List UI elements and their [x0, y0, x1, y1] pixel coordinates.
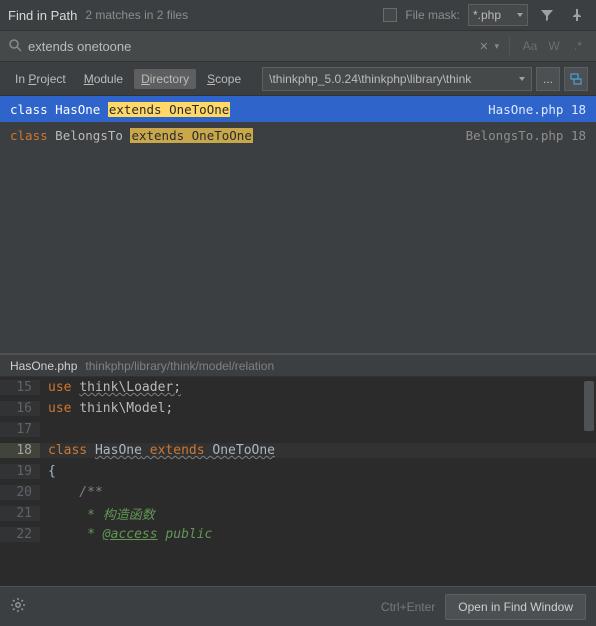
divider	[509, 37, 510, 55]
clear-search-icon[interactable]: ✕	[479, 40, 488, 53]
line-number: 17	[0, 422, 40, 437]
class-name: HasOne	[55, 102, 100, 117]
directory-path-combo[interactable]: \thinkphp_5.0.24\thinkphp\library\think	[262, 67, 532, 91]
browse-directory-button[interactable]: ...	[536, 67, 560, 91]
scope-scope[interactable]: Scope	[200, 69, 248, 89]
result-file-info: BelongsTo.php 18	[466, 128, 586, 143]
scope-in-project[interactable]: In Project	[8, 69, 73, 89]
file-mask-checkbox[interactable]	[383, 8, 397, 22]
results-list[interactable]: class HasOne extends OneToOne HasOne.php…	[0, 96, 596, 353]
result-row[interactable]: class HasOne extends OneToOne HasOne.php…	[0, 96, 596, 122]
line-number: 21	[0, 506, 40, 521]
preview-filename: HasOne.php	[10, 359, 77, 373]
file-mask-value: *.php	[473, 8, 501, 22]
settings-icon[interactable]	[10, 597, 26, 616]
keyword: class	[10, 102, 48, 117]
search-input[interactable]	[28, 39, 473, 54]
code-preview[interactable]: 15use think\Loader; 16use think\Model; 1…	[0, 377, 596, 586]
keyword: class	[10, 128, 48, 143]
directory-path: \thinkphp_5.0.24\thinkphp\library\think	[269, 72, 471, 86]
result-row[interactable]: class BelongsTo extends OneToOne Belongs…	[0, 122, 596, 148]
recursive-toggle[interactable]	[564, 67, 588, 91]
match-count: 2 matches in 2 files	[85, 8, 188, 22]
line-number: 16	[0, 401, 40, 416]
editor-scrollbar[interactable]	[584, 381, 594, 431]
scope-directory[interactable]: Directory	[134, 69, 196, 89]
line-number: 20	[0, 485, 40, 500]
match-case-toggle[interactable]: Aa	[520, 39, 540, 53]
open-in-find-window-button[interactable]: Open in Find Window	[445, 594, 586, 620]
class-name: BelongsTo	[55, 128, 123, 143]
search-icon	[8, 38, 22, 55]
dialog-footer: Ctrl+Enter Open in Find Window	[0, 586, 596, 626]
shortcut-hint: Ctrl+Enter	[381, 600, 435, 614]
search-row: ✕ ▾ Aa W .*	[0, 30, 596, 62]
match-highlight: extends OneToOne	[108, 102, 230, 117]
line-number: 15	[0, 380, 40, 395]
file-mask-label: File mask:	[405, 8, 460, 22]
whole-word-toggle[interactable]: W	[544, 39, 564, 53]
dialog-header: Find in Path 2 matches in 2 files File m…	[0, 0, 596, 30]
result-file-info: HasOne.php 18	[488, 102, 586, 117]
filter-icon[interactable]	[536, 4, 558, 26]
preview-header: HasOne.php thinkphp/library/think/model/…	[0, 353, 596, 377]
line-number: 18	[0, 443, 40, 458]
scope-module[interactable]: Module	[77, 69, 130, 89]
regex-toggle[interactable]: .*	[568, 39, 588, 53]
search-options: Aa W .*	[520, 39, 588, 53]
line-number: 22	[0, 527, 40, 542]
pin-icon[interactable]	[566, 4, 588, 26]
preview-filepath: thinkphp/library/think/model/relation	[85, 359, 274, 373]
scope-row: In Project Module Directory Scope \think…	[0, 62, 596, 96]
match-highlight: extends OneToOne	[130, 128, 252, 143]
line-number: 19	[0, 464, 40, 479]
dialog-title: Find in Path	[8, 8, 77, 23]
history-icon[interactable]: ▾	[494, 41, 499, 52]
file-mask-combo[interactable]: *.php	[468, 4, 528, 26]
